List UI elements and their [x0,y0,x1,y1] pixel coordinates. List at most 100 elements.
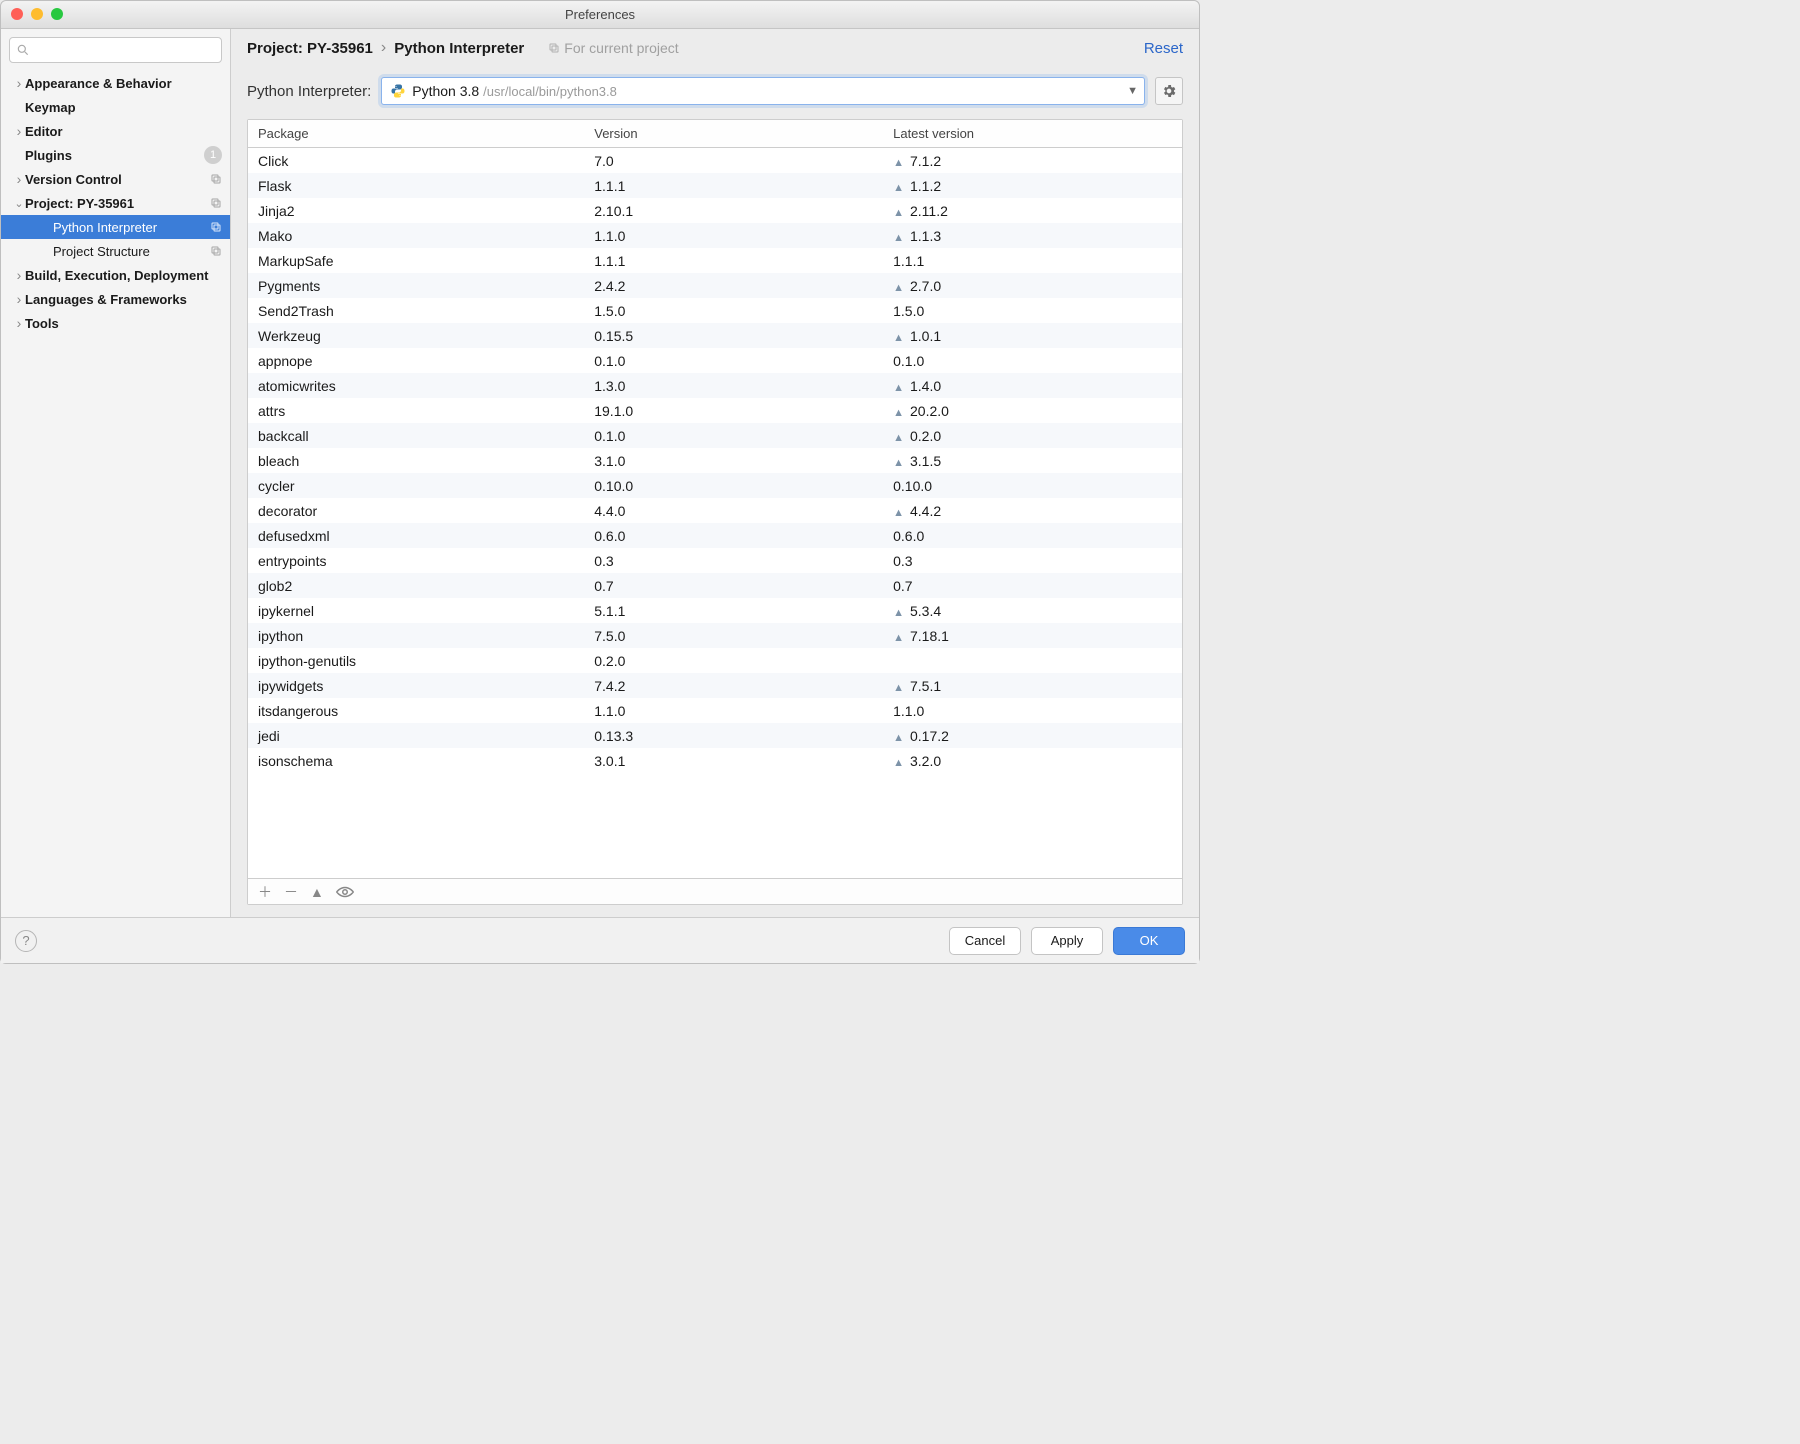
table-row[interactable]: itsdangerous1.1.01.1.0 [248,698,1182,723]
cell-latest: 1.1.0 [883,703,1182,719]
copy-icon [210,221,222,233]
cell-package: ipykernel [248,603,584,619]
table-row[interactable]: atomicwrites1.3.0▲1.4.0 [248,373,1182,398]
table-row[interactable]: defusedxml0.6.00.6.0 [248,523,1182,548]
table-row[interactable]: Click7.0▲7.1.2 [248,148,1182,173]
upgrade-package-button[interactable]: ▲ [310,884,324,900]
table-row[interactable]: Send2Trash1.5.01.5.0 [248,298,1182,323]
table-row[interactable]: glob20.70.7 [248,573,1182,598]
cell-version: 3.0.1 [584,753,883,769]
sidebar-item[interactable]: ⌄Project: PY-35961 [1,191,230,215]
table-row[interactable]: isonschema3.0.1▲3.2.0 [248,748,1182,773]
table-row[interactable]: jedi0.13.3▲0.17.2 [248,723,1182,748]
cell-package: Werkzeug [248,328,584,344]
upgrade-available-icon: ▲ [893,732,904,744]
gear-icon [1161,83,1177,99]
minimize-window-button[interactable] [31,8,43,20]
sidebar-item[interactable]: Keymap [1,95,230,119]
cell-version: 0.1.0 [584,353,883,369]
reset-link[interactable]: Reset [1144,40,1183,57]
cell-latest: ▲2.11.2 [883,203,1182,219]
packages-toolbar: ＋ － ▲ [248,878,1182,904]
search-icon [16,43,30,57]
zoom-window-button[interactable] [51,8,63,20]
col-latest[interactable]: Latest version [883,126,1182,141]
settings-sidebar: ›Appearance & BehaviorKeymap›EditorPlugi… [1,29,231,917]
copy-icon [210,173,222,185]
table-row[interactable]: MarkupSafe1.1.11.1.1 [248,248,1182,273]
apply-button[interactable]: Apply [1031,927,1103,955]
cell-version: 7.5.0 [584,628,883,644]
sidebar-item[interactable]: Project Structure [1,239,230,263]
sidebar-item[interactable]: Python Interpreter [1,215,230,239]
cell-package: jedi [248,728,584,744]
sidebar-item-label: Languages & Frameworks [25,292,222,307]
cell-package: Pygments [248,278,584,294]
sidebar-item[interactable]: ›Version Control [1,167,230,191]
interpreter-path: /usr/local/bin/python3.8 [483,84,617,99]
table-row[interactable]: entrypoints0.30.3 [248,548,1182,573]
cell-version: 1.3.0 [584,378,883,394]
sidebar-item-label: Python Interpreter [53,220,210,235]
col-version[interactable]: Version [584,126,883,141]
cancel-button[interactable]: Cancel [949,927,1021,955]
upgrade-available-icon: ▲ [893,607,904,619]
upgrade-available-icon: ▲ [893,407,904,419]
sidebar-item[interactable]: ›Languages & Frameworks [1,287,230,311]
table-row[interactable]: decorator4.4.0▲4.4.2 [248,498,1182,523]
close-window-button[interactable] [11,8,23,20]
sidebar-item[interactable]: Plugins1 [1,143,230,167]
sidebar-item-label: Plugins [25,148,204,163]
table-row[interactable]: backcall0.1.0▲0.2.0 [248,423,1182,448]
cell-version: 0.2.0 [584,653,883,669]
sidebar-item[interactable]: ›Tools [1,311,230,335]
table-row[interactable]: Mako1.1.0▲1.1.3 [248,223,1182,248]
ok-button[interactable]: OK [1113,927,1185,955]
table-row[interactable]: ipywidgets7.4.2▲7.5.1 [248,673,1182,698]
table-row[interactable]: Werkzeug0.15.5▲1.0.1 [248,323,1182,348]
cell-latest: 0.3 [883,553,1182,569]
table-row[interactable]: ipython7.5.0▲7.18.1 [248,623,1182,648]
sidebar-item-label: Project: PY-35961 [25,196,210,211]
settings-search-input[interactable] [9,37,222,63]
upgrade-available-icon: ▲ [893,432,904,444]
upgrade-available-icon: ▲ [893,207,904,219]
sidebar-item[interactable]: ›Build, Execution, Deployment [1,263,230,287]
packages-header: Package Version Latest version [248,120,1182,148]
cell-version: 2.4.2 [584,278,883,294]
cell-latest: ▲1.1.3 [883,228,1182,244]
cell-package: MarkupSafe [248,253,584,269]
table-row[interactable]: cycler0.10.00.10.0 [248,473,1182,498]
table-row[interactable]: Flask1.1.1▲1.1.2 [248,173,1182,198]
cell-version: 0.15.5 [584,328,883,344]
sidebar-item[interactable]: ›Editor [1,119,230,143]
chevron-right-icon: › [13,291,25,307]
table-row[interactable]: attrs19.1.0▲20.2.0 [248,398,1182,423]
cell-package: Flask [248,178,584,194]
show-early-releases-button[interactable] [336,885,354,899]
chevron-right-icon: › [13,267,25,283]
cell-latest: ▲7.1.2 [883,153,1182,169]
table-row[interactable]: ipykernel5.1.1▲5.3.4 [248,598,1182,623]
table-row[interactable]: bleach3.1.0▲3.1.5 [248,448,1182,473]
help-button[interactable]: ? [15,930,37,952]
sidebar-item-label: Keymap [25,100,222,115]
eye-icon [336,885,354,899]
preferences-window: Preferences ›Appearance & BehaviorKeymap… [0,0,1200,964]
sidebar-item[interactable]: ›Appearance & Behavior [1,71,230,95]
interpreter-select[interactable]: Python 3.8 /usr/local/bin/python3.8 ▼ [381,77,1145,105]
table-row[interactable]: ipython-genutils0.2.0 [248,648,1182,673]
cell-latest: ▲7.5.1 [883,678,1182,694]
table-row[interactable]: Pygments2.4.2▲2.7.0 [248,273,1182,298]
interpreter-settings-button[interactable] [1155,77,1183,105]
cell-latest: ▲4.4.2 [883,503,1182,519]
table-row[interactable]: Jinja22.10.1▲2.11.2 [248,198,1182,223]
col-package[interactable]: Package [248,126,584,141]
cell-package: Mako [248,228,584,244]
cell-latest: ▲0.17.2 [883,728,1182,744]
add-package-button[interactable]: ＋ [258,882,272,902]
remove-package-button[interactable]: － [284,882,298,902]
table-row[interactable]: appnope0.1.00.1.0 [248,348,1182,373]
cell-latest: ▲20.2.0 [883,403,1182,419]
sidebar-item-label: Appearance & Behavior [25,76,222,91]
